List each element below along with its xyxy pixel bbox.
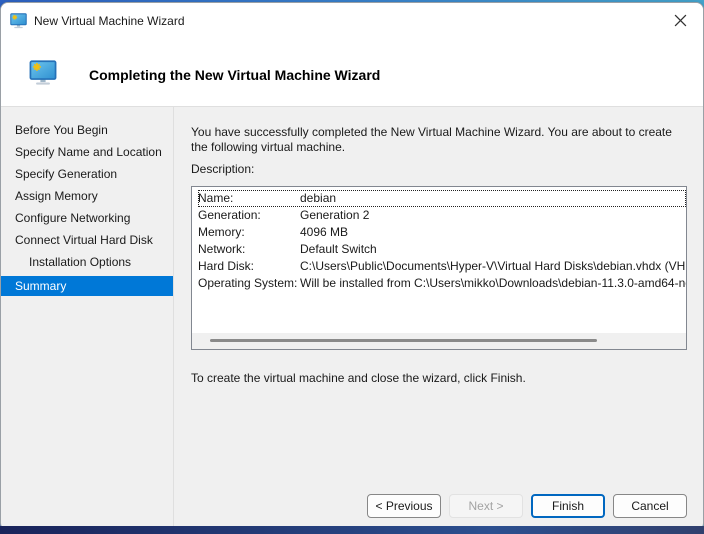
vm-wizard-icon (10, 13, 27, 29)
intro-text: You have successfully completed the New … (191, 125, 672, 154)
vm-wizard-icon-large (29, 60, 57, 85)
summary-row-label: Memory: (198, 225, 245, 239)
horizontal-scrollbar[interactable] (192, 333, 686, 349)
description-label: Description: (191, 162, 255, 176)
page-title: Completing the New Virtual Machine Wizar… (89, 67, 381, 83)
window-title: New Virtual Machine Wizard (34, 14, 185, 28)
close-button[interactable] (657, 3, 703, 37)
summary-row[interactable]: Generation: Generation 2 (198, 207, 686, 224)
summary-row[interactable]: Memory: 4096 MB (198, 224, 686, 241)
summary-row[interactable]: Hard Disk: C:\Users\Public\Documents\Hype… (198, 258, 686, 275)
sidebar-item-installation-options[interactable]: Installation Options (1, 251, 173, 273)
summary-row[interactable]: Name: debian (198, 190, 686, 207)
summary-row[interactable]: Operating System: Will be installed from … (198, 275, 686, 292)
sidebar-item-summary[interactable]: Summary (1, 276, 173, 296)
summary-listbox[interactable]: Name: debian Generation: Generation 2 Memory… (191, 186, 687, 350)
summary-row-label: Generation: (198, 208, 261, 222)
sidebar-item-assign-memory[interactable]: Assign Memory (1, 185, 173, 207)
previous-button[interactable]: < Previous (367, 494, 441, 518)
summary-row-label: Network: (198, 242, 246, 256)
wizard-window: New Virtual Machine Wizard Completing th… (0, 2, 704, 531)
wizard-buttons: < Previous Next > Finish Cancel (367, 494, 687, 518)
sidebar-item-specify-generation[interactable]: Specify Generation (1, 163, 173, 185)
desktop-background-strip (0, 526, 704, 534)
summary-row-label: Hard Disk: (198, 259, 255, 273)
scrollbar-thumb[interactable] (210, 339, 597, 342)
summary-row-value: 4096 MB (300, 225, 349, 239)
finish-button[interactable]: Finish (531, 494, 605, 518)
summary-row-value: Will be installed from C:\Users\mikko\Do… (300, 276, 686, 290)
wizard-header: Completing the New Virtual Machine Wizar… (1, 39, 703, 106)
title-bar[interactable]: New Virtual Machine Wizard (1, 3, 703, 39)
wizard-steps-sidebar: Before You Begin Specify Name and Locatio… (1, 107, 173, 530)
summary-row-value: Default Switch (300, 242, 377, 256)
summary-row-value: C:\Users\Public\Documents\Hyper-V\Virtua… (300, 259, 686, 273)
summary-row-value: debian (300, 191, 337, 205)
summary-row-label: Operating System: (198, 276, 298, 290)
sidebar-item-connect-virtual-hard-disk[interactable]: Connect Virtual Hard Disk (1, 229, 173, 251)
summary-row-value: Generation 2 (300, 208, 370, 222)
sidebar-item-before-you-begin[interactable]: Before You Begin (1, 119, 173, 141)
summary-row-label: Name: (198, 191, 234, 205)
sidebar-item-configure-networking[interactable]: Configure Networking (1, 207, 173, 229)
cancel-button[interactable]: Cancel (613, 494, 687, 518)
summary-page: You have successfully completed the New … (174, 107, 703, 530)
finish-instruction: To create the virtual machine and close … (191, 371, 526, 385)
close-icon (674, 14, 686, 26)
sidebar-item-specify-name-and-location[interactable]: Specify Name and Location (1, 141, 173, 163)
summary-row[interactable]: Network: Default Switch (198, 241, 686, 258)
next-button[interactable]: Next > (449, 494, 523, 518)
